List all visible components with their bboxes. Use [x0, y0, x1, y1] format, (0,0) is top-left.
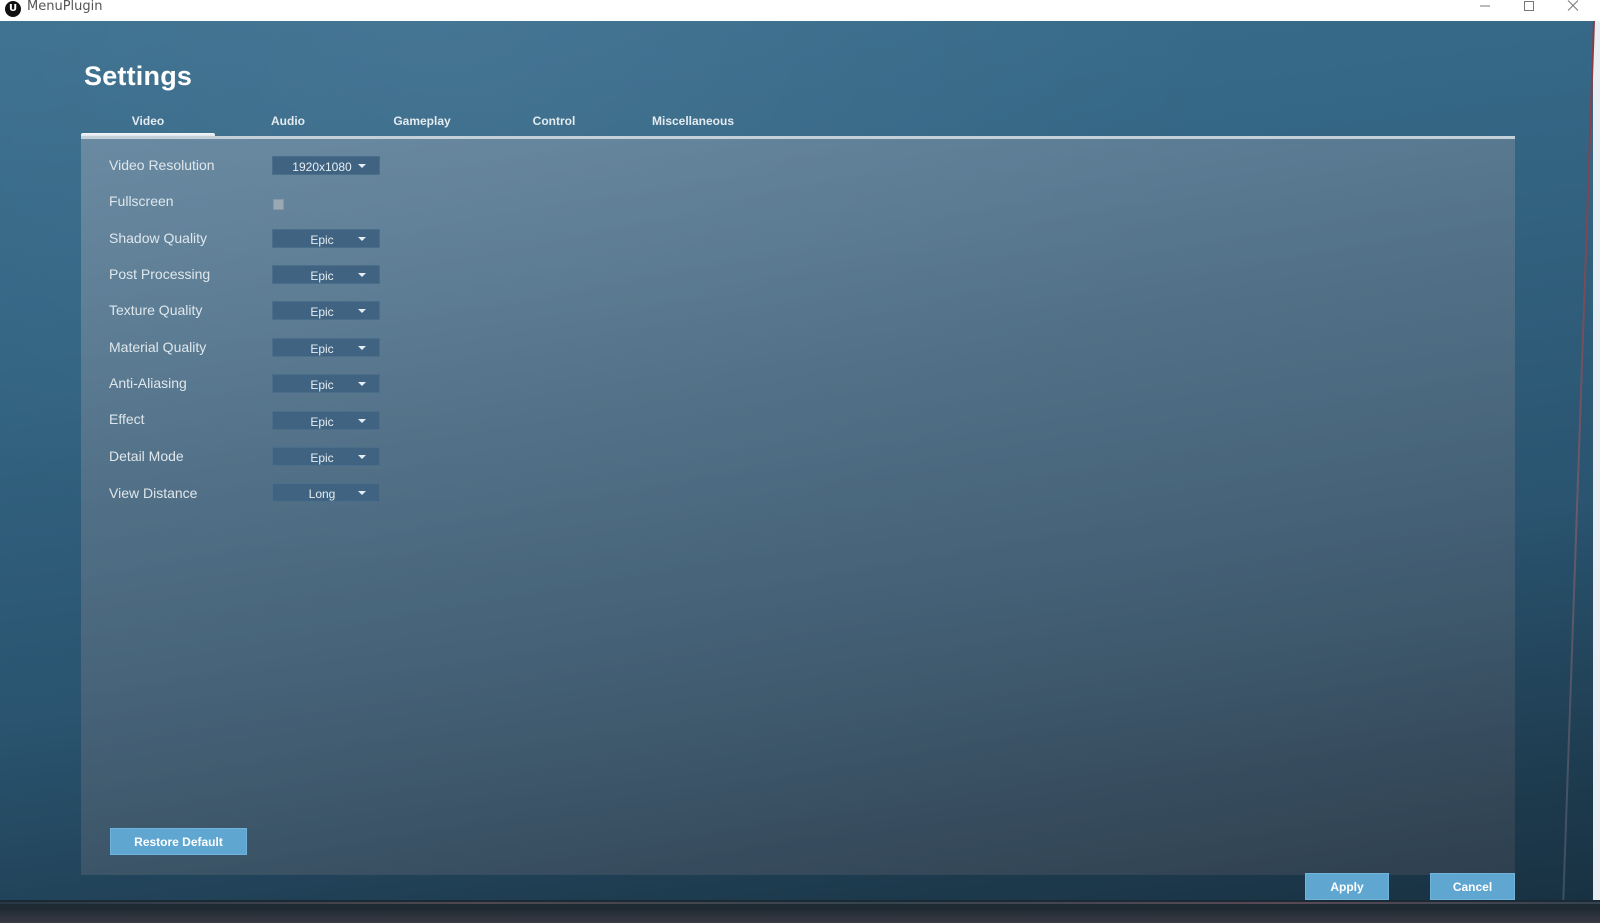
view-distance-dropdown[interactable]: Long: [272, 483, 380, 502]
viewport-edge: [1593, 21, 1600, 901]
tab-audio[interactable]: Audio: [227, 107, 349, 137]
close-button[interactable]: [1550, 0, 1596, 20]
texture-quality-dropdown[interactable]: Epic: [272, 301, 380, 320]
cancel-button[interactable]: Cancel: [1430, 873, 1515, 900]
label-post-processing: Post Processing: [109, 266, 211, 282]
minimize-icon: [1480, 5, 1490, 7]
viewport-bottom-strip: [0, 900, 1600, 923]
dropdown-value: Epic: [310, 305, 334, 319]
label-detail-mode: Detail Mode: [109, 448, 184, 464]
dropdown-value: Epic: [310, 415, 334, 429]
tab-gameplay[interactable]: Gameplay: [361, 107, 483, 137]
settings-tabs: Video Audio Gameplay Control Miscellaneo…: [81, 107, 1515, 139]
apply-button[interactable]: Apply: [1305, 873, 1389, 900]
detail-mode-dropdown[interactable]: Epic: [272, 447, 380, 466]
label-fullscreen: Fullscreen: [109, 193, 174, 209]
label-material-quality: Material Quality: [109, 339, 207, 355]
tab-video[interactable]: Video: [81, 107, 215, 139]
maximize-button[interactable]: [1506, 0, 1552, 20]
window-title: MenuPlugin: [27, 0, 103, 14]
chevron-down-icon: [358, 237, 366, 241]
dropdown-value: Epic: [310, 269, 334, 283]
shadow-quality-dropdown[interactable]: Epic: [272, 229, 380, 248]
chevron-down-icon: [358, 346, 366, 350]
label-texture-quality: Texture Quality: [109, 302, 203, 318]
post-processing-dropdown[interactable]: Epic: [272, 265, 380, 284]
chevron-down-icon: [358, 382, 366, 386]
chevron-down-icon: [358, 164, 366, 168]
unreal-logo-icon: U: [5, 1, 21, 17]
maximize-icon: [1524, 1, 1534, 11]
dropdown-value: Long: [308, 487, 336, 501]
close-icon: [1567, 0, 1579, 11]
viewport-bottom-streak: [0, 902, 1600, 904]
game-viewport: Settings Video Audio Gameplay Control Mi…: [0, 21, 1600, 923]
chevron-down-icon: [358, 419, 366, 423]
effect-dropdown[interactable]: Epic: [272, 411, 380, 430]
label-anti-aliasing: Anti-Aliasing: [109, 375, 187, 391]
label-shadow-quality: Shadow Quality: [109, 230, 208, 246]
page-title: Settings: [84, 61, 193, 91]
dropdown-value: Epic: [310, 378, 334, 392]
window-titlebar: U MenuPlugin: [0, 0, 1600, 22]
minimize-button[interactable]: [1462, 0, 1508, 20]
viewport-edge-line: [1562, 21, 1595, 901]
fullscreen-checkbox[interactable]: [273, 199, 284, 210]
chevron-down-icon: [358, 273, 366, 277]
dropdown-value: Epic: [310, 233, 334, 247]
dropdown-value: 1920x1080: [292, 160, 352, 174]
material-quality-dropdown[interactable]: Epic: [272, 338, 380, 357]
video-resolution-dropdown[interactable]: 1920x1080: [272, 156, 380, 175]
chevron-down-icon: [358, 455, 366, 459]
dropdown-value: Epic: [310, 451, 334, 465]
label-effect: Effect: [109, 411, 145, 427]
restore-default-button[interactable]: Restore Default: [110, 828, 247, 855]
video-settings-panel: [81, 139, 1515, 875]
anti-aliasing-dropdown[interactable]: Epic: [272, 374, 380, 393]
chevron-down-icon: [358, 309, 366, 313]
dropdown-value: Epic: [310, 342, 334, 356]
chevron-down-icon: [358, 491, 366, 495]
label-video-resolution: Video Resolution: [109, 157, 215, 173]
label-view-distance: View Distance: [109, 485, 198, 501]
tab-control[interactable]: Control: [493, 107, 615, 137]
tab-miscellaneous[interactable]: Miscellaneous: [625, 107, 761, 137]
